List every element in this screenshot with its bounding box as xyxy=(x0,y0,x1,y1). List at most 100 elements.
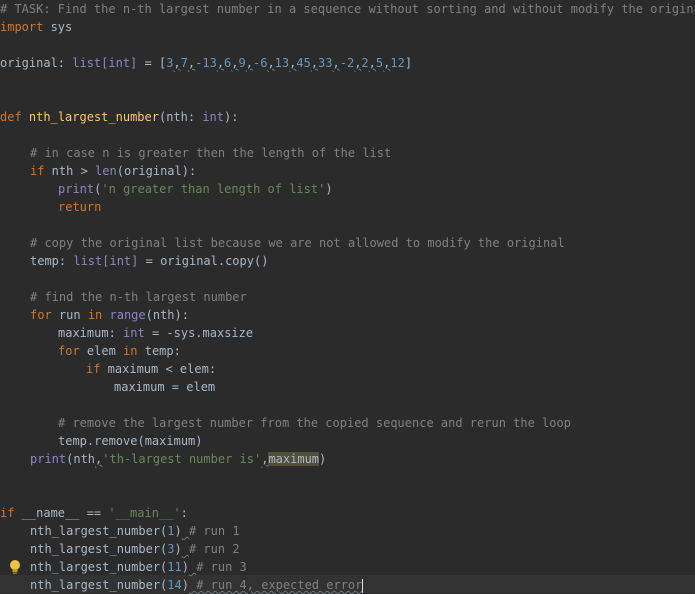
list-number: -13 xyxy=(195,56,217,70)
type-hint: int xyxy=(123,326,145,340)
call-line[interactable]: nth_largest_number(1) # run 1 xyxy=(30,522,240,540)
string-literal: '__main__' xyxy=(108,506,181,520)
call-line[interactable]: nth_largest_number(14) # run 4, expected… xyxy=(30,576,364,594)
call-line[interactable]: nth_largest_number(3) # run 2 xyxy=(30,540,240,558)
in-keyword: in xyxy=(87,308,103,322)
call-fn: nth_largest_number xyxy=(30,542,161,556)
original-var: original xyxy=(0,56,58,70)
params: (nth: xyxy=(158,110,203,124)
list-comma: , xyxy=(216,56,225,70)
task-comment: # TASK: Find the n-th largest number in … xyxy=(0,2,695,16)
len-builtin: len xyxy=(95,164,117,178)
code-line-comment-case[interactable]: # in case n is greater then the length o… xyxy=(30,144,391,162)
code-line-comment-find[interactable]: # find the n-th largest number xyxy=(30,288,247,306)
text-caret xyxy=(362,578,364,593)
params-close: ): xyxy=(224,110,239,124)
code-line-2[interactable]: import sys xyxy=(0,18,72,36)
expr: temp.remove(maximum) xyxy=(58,434,203,448)
call-arg: 1 xyxy=(167,524,175,538)
code-line-for-elem[interactable]: for elem in temp: xyxy=(58,342,181,360)
import-module: sys xyxy=(43,20,73,34)
code-line-original[interactable]: original: list[int] = [3,7,-13,6,9,-6,13… xyxy=(0,54,412,72)
list-comma: , xyxy=(332,56,340,70)
call-fn: nth_largest_number xyxy=(30,524,161,538)
call-line[interactable]: nth_largest_number(11) # run 3 xyxy=(30,558,247,576)
list-comma: , xyxy=(173,56,181,70)
call-fn: nth_largest_number xyxy=(30,578,161,592)
list-comma: , xyxy=(368,56,376,70)
list-comma: , xyxy=(310,56,319,70)
colon: : xyxy=(180,506,188,520)
list-number: -2 xyxy=(339,56,355,70)
lightbulb-icon[interactable] xyxy=(6,558,24,576)
expr: nth > xyxy=(44,164,96,178)
if-keyword: if xyxy=(86,362,101,376)
call-arg: 3 xyxy=(167,542,175,556)
expr: temp: xyxy=(137,344,181,358)
colon: : xyxy=(57,56,73,70)
expr: = -sys.maxsize xyxy=(144,326,254,340)
list-number: 45 xyxy=(296,56,311,70)
list-number: -6 xyxy=(252,56,268,70)
import-keyword: import xyxy=(0,20,44,34)
call-arg: 11 xyxy=(167,560,182,574)
range-builtin: range xyxy=(102,308,146,322)
type-hint: list[int] xyxy=(73,254,139,268)
expr: elem xyxy=(79,344,124,358)
call-fn: nth_largest_number xyxy=(30,560,161,574)
code-line-temp[interactable]: temp: list[int] = original.copy() xyxy=(30,252,268,270)
comment: # copy the original list because we are … xyxy=(30,236,565,250)
list-number: 33 xyxy=(318,56,333,70)
code-line-print-result[interactable]: print(nth,'th-largest number is',maximum… xyxy=(30,450,326,468)
code-line-1[interactable]: # TASK: Find the n-th largest number in … xyxy=(0,0,695,18)
code-line-temp-remove[interactable]: temp.remove(maximum) xyxy=(58,432,203,450)
expr: maximum: xyxy=(58,326,124,340)
code-line-if-max[interactable]: if maximum < elem: xyxy=(86,360,216,378)
list-number: 12 xyxy=(390,56,405,70)
def-keyword: def xyxy=(0,110,22,124)
comment: # in case n is greater then the length o… xyxy=(30,146,392,160)
code-editor[interactable]: # TASK: Find the n-th largest number in … xyxy=(0,0,695,593)
list-comma: , xyxy=(245,56,253,70)
print-builtin: print xyxy=(58,182,95,196)
call-comment: # run 4, expected error xyxy=(196,578,363,592)
list-number: 9 xyxy=(238,56,246,70)
code-line-comment-remove[interactable]: # remove the largest number from the cop… xyxy=(58,414,571,432)
expr: (original): xyxy=(116,164,197,178)
in-keyword: in xyxy=(123,344,138,358)
expr: __name__ == xyxy=(14,506,109,520)
comment: # remove the largest number from the cop… xyxy=(58,416,571,430)
code-line-def[interactable]: def nth_largest_number(nth: int): xyxy=(0,108,238,126)
expr: (nth): xyxy=(145,308,189,322)
if-keyword: if xyxy=(30,164,45,178)
paren: ) xyxy=(319,452,327,466)
if-keyword: if xyxy=(0,506,15,520)
print-builtin: print xyxy=(30,452,67,466)
expr: run xyxy=(51,308,88,322)
code-line-main-guard[interactable]: if __name__ == '__main__': xyxy=(0,504,188,522)
comment: # find the n-th largest number xyxy=(30,290,247,304)
type-hint: list[int] xyxy=(72,56,138,70)
for-keyword: for xyxy=(30,308,52,322)
code-line-assign-max[interactable]: maximum = elem xyxy=(114,378,215,396)
string-literal: 'n greater than length of list' xyxy=(101,182,326,196)
highlighted-identifier: maximum xyxy=(268,452,320,466)
code-line-if-nth[interactable]: if nth > len(original): xyxy=(30,162,196,180)
list-number: 2 xyxy=(361,56,369,70)
code-line-return[interactable]: return xyxy=(58,198,101,216)
expr: maximum = elem xyxy=(114,380,216,394)
expr: maximum < elem: xyxy=(100,362,217,376)
code-line-for-run[interactable]: for run in range(nth): xyxy=(30,306,189,324)
param-type: int xyxy=(202,110,225,124)
paren: ) xyxy=(325,182,333,196)
close-bracket: ] xyxy=(404,56,413,70)
call-comment: # run 3 xyxy=(196,560,247,574)
expr: = original.copy() xyxy=(138,254,269,268)
code-line-maximum-init[interactable]: maximum: int = -sys.maxsize xyxy=(58,324,253,342)
call-comment: # run 2 xyxy=(188,542,240,556)
call-comment: # run 1 xyxy=(188,524,240,538)
code-line-comment-copy[interactable]: # copy the original list because we are … xyxy=(30,234,565,252)
expr: (nth xyxy=(66,452,96,466)
function-name: nth_largest_number xyxy=(28,110,159,124)
code-line-print-error[interactable]: print('n greater than length of list') xyxy=(58,180,333,198)
